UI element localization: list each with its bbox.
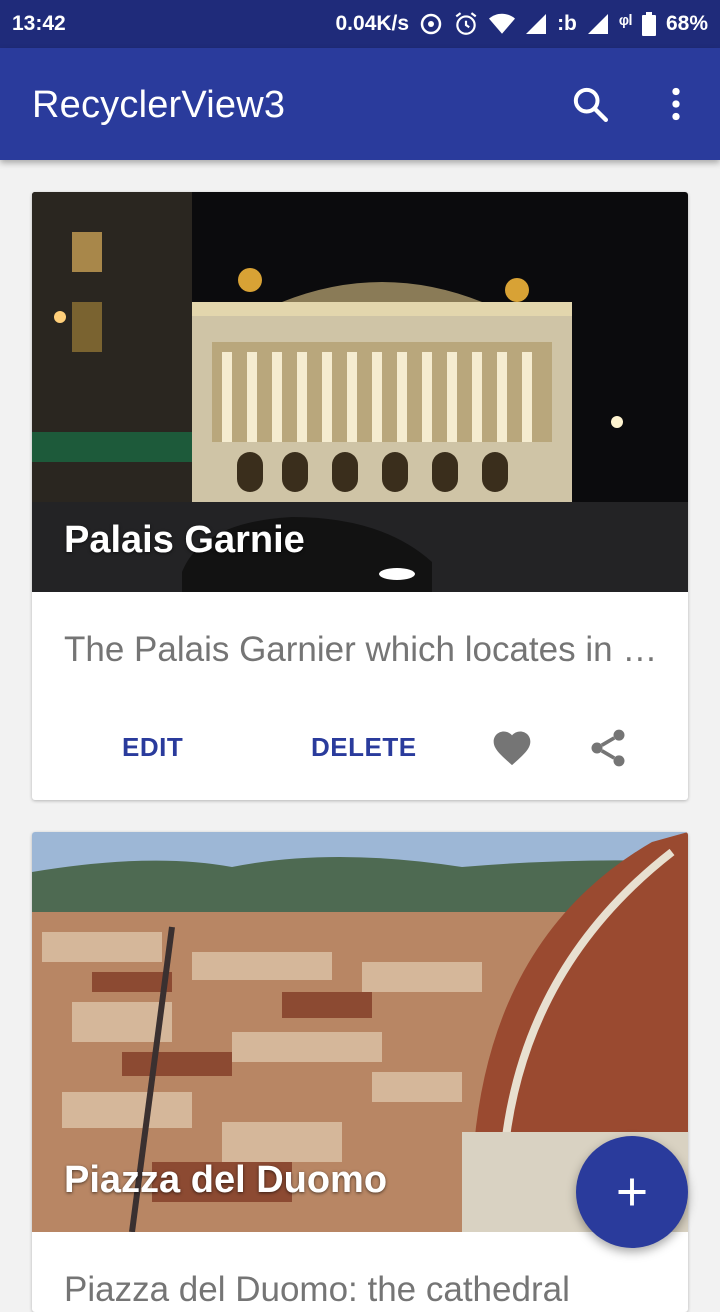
- app-bar: RecyclerView3: [0, 48, 720, 160]
- share-button[interactable]: [584, 724, 632, 772]
- net-speed: 0.04K/s: [335, 12, 410, 35]
- card-description: Piazza del Duomo: the cathedral: [64, 1270, 570, 1309]
- status-bar: 13:42 0.04K/s :b ᵠˡ 68%: [0, 0, 720, 48]
- app-title: RecyclerView3: [32, 84, 286, 126]
- favorite-button[interactable]: [488, 724, 536, 772]
- edit-button[interactable]: EDIT: [122, 732, 183, 763]
- card-image-palais-garnier: Palais Garnie: [32, 192, 688, 592]
- status-time: 13:42: [12, 12, 66, 35]
- card-piazza-del-duomo[interactable]: Piazza del Duomo Piazza del Duomo: the c…: [32, 832, 688, 1312]
- battery-level: 68%: [665, 12, 708, 35]
- signal-icon: [525, 13, 547, 35]
- share-icon: [591, 729, 625, 767]
- card-actions: EDIT DELETE: [32, 712, 688, 792]
- wifi-icon: [489, 13, 516, 35]
- add-fab-button[interactable]: [576, 1136, 688, 1248]
- card-palais-garnier[interactable]: Palais Garnie The Palais Garnier which l…: [32, 192, 688, 800]
- signal-icon-2: [587, 13, 609, 35]
- status-icons: 0.04K/s :b ᵠˡ 68%: [335, 11, 708, 37]
- card-title: Palais Garnie: [64, 519, 305, 561]
- carrier-label-q: ᵠˡ: [618, 12, 632, 35]
- search-button[interactable]: [570, 84, 610, 124]
- plus-icon: [618, 1178, 646, 1206]
- carrier-label-b: :b: [557, 12, 577, 35]
- more-vert-icon: [672, 87, 680, 121]
- alarm-icon: [453, 11, 479, 37]
- heart-icon: [493, 731, 531, 766]
- search-icon: [573, 87, 608, 123]
- overflow-menu-button[interactable]: [656, 84, 696, 124]
- battery-icon: [641, 12, 656, 36]
- hotspot-icon: [419, 12, 443, 36]
- delete-button[interactable]: DELETE: [311, 732, 417, 763]
- card-description: The Palais Garnier which locates in Pari…: [64, 630, 664, 669]
- card-title: Piazza del Duomo: [64, 1159, 388, 1201]
